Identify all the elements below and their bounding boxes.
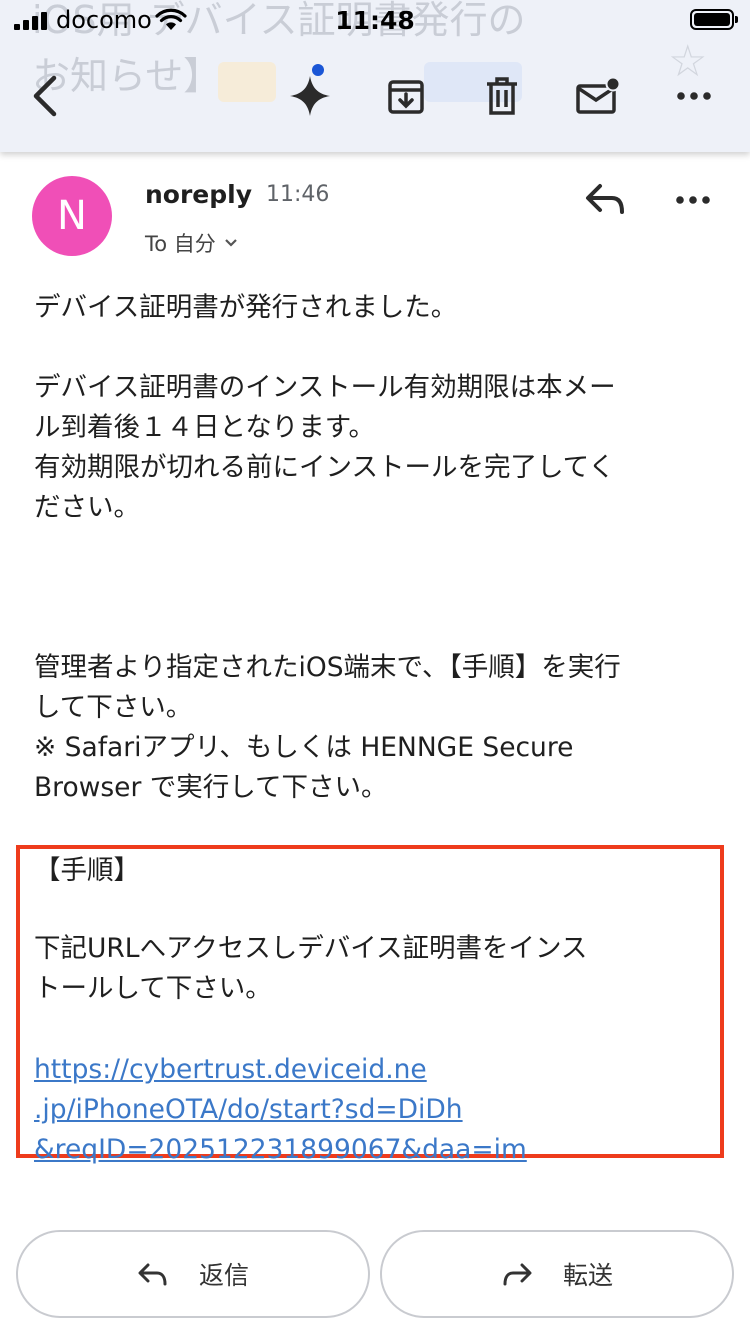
install-link-wrap: https://cybertrust.deviceid.ne .jp/iPhon… <box>34 1010 724 1170</box>
mark-unread-button[interactable] <box>568 66 628 126</box>
back-button[interactable] <box>16 66 76 126</box>
archive-button[interactable] <box>376 66 436 126</box>
forward-icon <box>503 1263 532 1286</box>
gemini-button[interactable] <box>280 66 340 126</box>
reply-bottom-button[interactable]: 返信 <box>16 1230 370 1318</box>
forward-bottom-button[interactable]: 転送 <box>380 1230 734 1318</box>
chevron-left-icon <box>33 75 57 117</box>
mail-unread-icon <box>576 76 621 114</box>
body-paragraph-3: 管理者より指定されたiOS端末で、【手順】を実行 して下さい。 ※ Safari… <box>34 652 621 803</box>
install-link[interactable]: https://cybertrust.deviceid.ne .jp/iPhon… <box>34 1054 527 1165</box>
message-more-button[interactable] <box>664 178 720 222</box>
recipient-label: To 自分 <box>145 232 216 256</box>
sender-time: 11:46 <box>266 182 330 207</box>
more-horizontal-icon <box>676 196 710 204</box>
notification-dot <box>312 64 324 76</box>
delete-button[interactable] <box>472 66 532 126</box>
avatar-initial: N <box>57 193 87 239</box>
external-label-chip <box>218 62 276 102</box>
reply-icon <box>138 1263 167 1286</box>
procedure-text: 下記URLへアクセスしデバイス証明書をインス トールして下さい。 <box>34 933 588 1004</box>
procedure-title: 【手順】 <box>34 855 140 886</box>
status-time: 11:48 <box>335 6 415 35</box>
avatar[interactable]: N <box>32 176 112 256</box>
battery-icon <box>690 9 738 30</box>
archive-icon <box>388 80 424 114</box>
more-horizontal-icon <box>677 92 711 100</box>
trash-icon <box>487 77 517 115</box>
reply-label: 返信 <box>198 1261 249 1290</box>
reply-button[interactable] <box>582 178 630 222</box>
top-app-bar: iOS用 デバイス証明書発行の お知らせ】 ☆ docomo 11:48 <box>0 0 750 152</box>
sparkle-icon <box>290 76 330 116</box>
status-bar: docomo 11:48 <box>0 0 750 40</box>
more-options-button[interactable] <box>664 66 724 126</box>
chevron-down-icon <box>225 239 237 247</box>
reply-icon <box>586 184 624 214</box>
sender-name: noreply <box>145 180 253 209</box>
body-paragraph-1: デバイス証明書が発行されました。 <box>34 292 458 323</box>
body-paragraph-2: デバイス証明書のインストール有効期限は本メー ル到着後１４日となります。 有効期… <box>34 372 616 523</box>
forward-label: 転送 <box>562 1261 613 1290</box>
recipient-toggle[interactable]: To 自分 <box>145 228 238 258</box>
